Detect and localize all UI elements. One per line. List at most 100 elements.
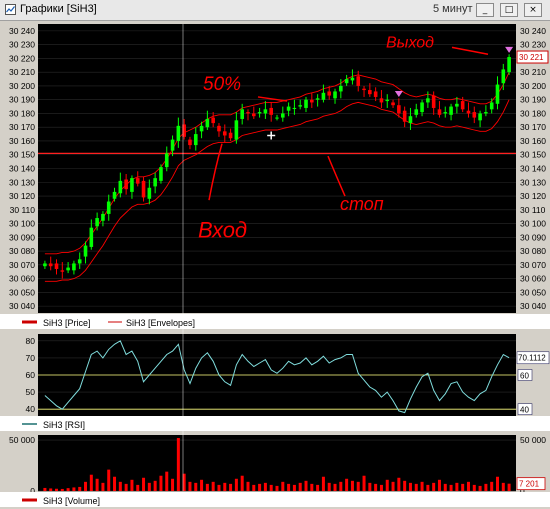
price-tick-left: 30 110 xyxy=(10,205,36,215)
candle-body xyxy=(449,106,453,115)
volume-bar xyxy=(310,483,314,491)
volume-tick-right: 50 000 xyxy=(520,435,546,445)
volume-bar xyxy=(333,483,337,491)
volume-bar xyxy=(350,480,354,491)
close-button[interactable]: × xyxy=(524,3,542,17)
last-price-label: 30 221 xyxy=(519,53,544,62)
price-tick-right: 30 070 xyxy=(520,260,546,270)
candle-body xyxy=(356,76,361,86)
volume-bar xyxy=(246,481,250,491)
volume-bar xyxy=(43,487,47,491)
minimize-button[interactable]: _ xyxy=(476,3,494,17)
candle-body xyxy=(228,132,233,139)
volume-bar xyxy=(432,482,436,491)
volume-bar xyxy=(263,482,267,491)
volume-bar xyxy=(252,484,256,491)
chart-area[interactable]: 30 040 30 040 30 050 30 050 30 060 30 060 30 0… xyxy=(0,20,550,509)
volume-bar xyxy=(495,476,499,491)
candle-body xyxy=(507,57,511,73)
candle-body xyxy=(72,263,76,271)
candle-body xyxy=(350,77,355,81)
volume-legend: SiH3 [Volume] xyxy=(0,492,550,507)
candle-body xyxy=(246,112,250,114)
timeframe-label[interactable]: 5 минут xyxy=(433,3,473,15)
minimize-icon: _ xyxy=(482,5,488,15)
candle-body xyxy=(89,227,94,247)
candle-body xyxy=(275,117,279,119)
price-tick-right: 30 230 xyxy=(520,40,546,50)
volume-bar xyxy=(130,479,134,491)
price-tick-left: 30 120 xyxy=(9,191,35,201)
title-bar[interactable]: Графики [SiH3] 5 минут _ □ × xyxy=(0,0,550,21)
volume-bar xyxy=(275,485,279,491)
candle-body xyxy=(292,107,297,109)
candle-body xyxy=(315,98,320,100)
price-tick-left: 30 190 xyxy=(9,95,35,105)
candle-body xyxy=(164,153,169,168)
volume-bar xyxy=(153,480,157,491)
rsi-tick-left: 50 xyxy=(26,387,36,397)
candle-body xyxy=(368,90,372,95)
volume-bar xyxy=(321,476,325,491)
candle-body xyxy=(240,109,244,119)
volume-bar xyxy=(194,482,198,491)
price-panel[interactable]: 30 040 30 040 30 050 30 050 30 060 30 060 30 0… xyxy=(9,24,549,313)
candle-body xyxy=(385,99,390,102)
volume-bar xyxy=(211,481,215,491)
price-tick-right: 30 170 xyxy=(520,122,546,132)
volume-bar xyxy=(345,478,349,491)
candle-body xyxy=(77,259,82,264)
candle-body xyxy=(495,84,500,104)
volume-bar xyxy=(478,485,482,491)
rsi-level-label: 40 xyxy=(520,406,529,415)
volume-panel[interactable]: 0 050 000 50 0007 201 xyxy=(9,435,546,496)
price-tick-left: 30 160 xyxy=(9,136,35,146)
candle-body xyxy=(414,109,419,115)
price-tick-left: 30 140 xyxy=(9,164,35,174)
volume-bar xyxy=(292,484,296,491)
rsi-panel[interactable]: 40 50 60 70 80 60 40 70.1112 xyxy=(26,334,550,416)
candle-body xyxy=(484,112,488,114)
candle-body xyxy=(170,139,175,151)
volume-bar xyxy=(304,480,308,491)
volume-bar xyxy=(118,481,122,491)
volume-bar xyxy=(188,481,192,491)
volume-bar xyxy=(391,481,395,491)
volume-bar xyxy=(217,484,221,491)
volume-bar xyxy=(101,482,105,491)
price-tick-right: 30 180 xyxy=(520,108,546,118)
volume-bar xyxy=(420,481,424,491)
candle-body xyxy=(211,117,215,124)
volume-bar xyxy=(60,488,64,491)
candle-body xyxy=(205,118,210,128)
candle-body xyxy=(141,180,146,198)
volume-bar xyxy=(490,481,494,491)
price-tick-left: 30 100 xyxy=(9,219,35,229)
chart-window-icon xyxy=(5,4,16,15)
candle-body xyxy=(501,69,506,84)
candle-body xyxy=(54,263,59,269)
candle-body xyxy=(199,125,204,132)
volume-bar xyxy=(298,482,302,491)
candle-body xyxy=(333,91,337,99)
price-tick-right: 30 130 xyxy=(520,177,546,187)
window-title: Графики [SiH3] xyxy=(20,3,97,15)
restore-icon: □ xyxy=(504,5,514,15)
restore-button[interactable]: □ xyxy=(500,3,518,17)
candle-body xyxy=(95,218,99,227)
volume-bar xyxy=(84,481,88,491)
candle-body xyxy=(489,102,494,110)
candle-body xyxy=(257,112,262,114)
volume-bar xyxy=(374,483,378,491)
candle-body xyxy=(43,263,47,267)
price-tick-left: 30 130 xyxy=(9,177,35,187)
candle-body xyxy=(130,178,134,192)
volume-bar xyxy=(107,469,111,491)
volume-bar xyxy=(72,487,76,491)
price-tick-left: 30 090 xyxy=(9,232,35,242)
candle-body xyxy=(234,120,239,140)
volume-tick-left: 50 000 xyxy=(9,435,35,445)
candle-body xyxy=(281,113,285,118)
volume-bar xyxy=(113,476,117,491)
envelope-legend-label: SiH3 [Envelopes] xyxy=(126,318,195,328)
